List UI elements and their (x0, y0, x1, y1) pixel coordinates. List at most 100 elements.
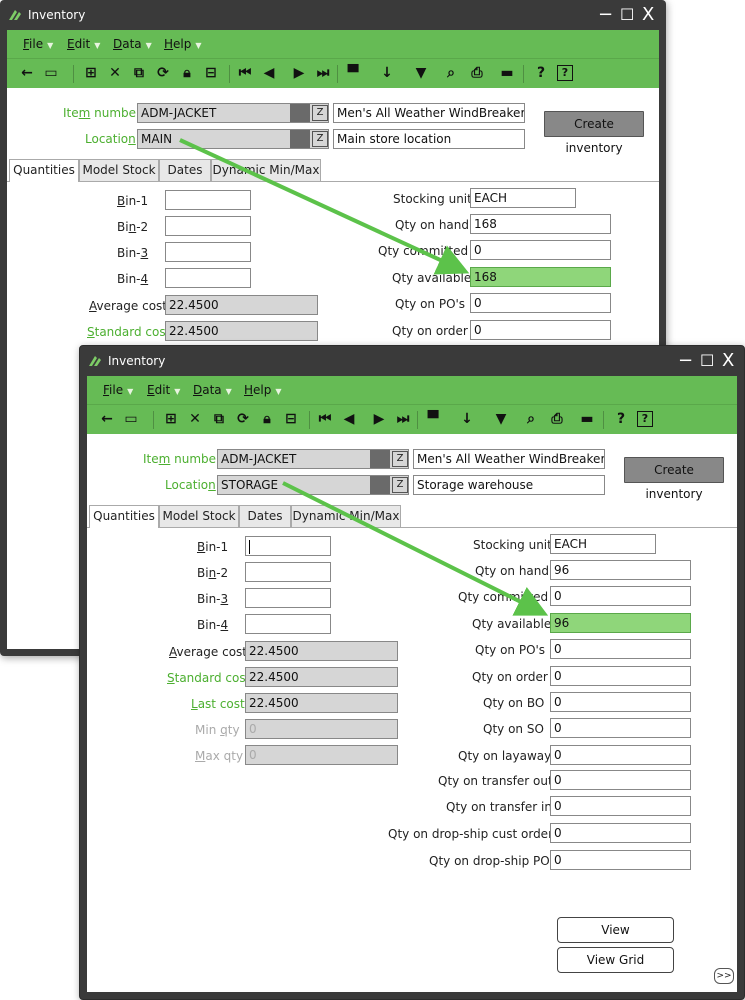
view-grid-button[interactable]: View Grid (557, 947, 674, 973)
print-icon[interactable]: ⎙ (549, 411, 565, 427)
location-description-field[interactable]: Storage warehouse (413, 475, 605, 495)
bin2-input[interactable] (245, 562, 331, 582)
sort-icon[interactable]: ↓ (459, 411, 475, 427)
copy-icon[interactable]: ⧉ (131, 65, 147, 81)
search-icon[interactable]: ⌕ (443, 65, 459, 81)
delete-icon[interactable]: ✕ (107, 65, 123, 81)
next-record-icon[interactable]: ▶ (371, 411, 387, 427)
bin1-input[interactable] (165, 190, 251, 210)
create-inventory-button[interactable]: Create inventory (624, 457, 724, 501)
inventory-window-storage[interactable]: Inventory − ☐ X File ▼ Edit ▼ Data ▼ Help ▼ … (79, 345, 745, 1000)
qty-on-pos-label: Qty on PO's (395, 297, 466, 311)
bin3-input[interactable] (165, 242, 251, 262)
view-commitments-button[interactable]: View Commitments (557, 917, 674, 961)
tab-quantities[interactable]: Quantities (89, 505, 159, 528)
report-icon[interactable]: ▬ (579, 411, 595, 427)
refresh-icon[interactable]: ⟳ (235, 411, 251, 427)
next-record-icon[interactable]: ▶ (291, 65, 307, 81)
copy-icon[interactable]: ⧉ (211, 411, 227, 427)
average-cost-field: 22.4500 (165, 295, 318, 315)
first-record-icon[interactable]: ⏮︎ (317, 411, 333, 427)
close-button[interactable]: X (642, 5, 654, 25)
title-bar[interactable]: Inventory − ☐ X (0, 0, 666, 30)
bin2-input[interactable] (165, 216, 251, 236)
last-record-icon[interactable]: ⏭︎ (395, 411, 411, 427)
previous-record-icon[interactable]: ◀ (261, 65, 277, 81)
grid-icon[interactable]: ⊟ (283, 411, 299, 427)
last-record-icon[interactable]: ⏭︎ (315, 65, 331, 81)
save-icon[interactable]: ▭ (43, 65, 59, 81)
first-record-icon[interactable]: ⏮︎ (237, 65, 253, 81)
maximize-button[interactable]: ☐ (700, 351, 714, 371)
tab-dynamic-min-max[interactable]: Dynamic Min/Max (291, 505, 401, 527)
sort-icon[interactable]: ↓ (379, 65, 395, 81)
previous-record-icon[interactable]: ◀ (341, 411, 357, 427)
create-inventory-button[interactable]: Create inventory (544, 111, 644, 155)
context-help-icon[interactable]: ? (557, 65, 573, 81)
back-arrow-icon[interactable]: ← (19, 65, 35, 81)
location-description-field[interactable]: Main store location (333, 129, 525, 149)
print-icon[interactable]: ⎙ (469, 65, 485, 81)
save-icon[interactable]: ▭ (123, 411, 139, 427)
lock-icon[interactable]: 🔒︎ (259, 411, 275, 427)
context-help-icon[interactable]: ? (637, 411, 653, 427)
menu-edit[interactable]: Edit ▼ (67, 37, 100, 51)
search-icon[interactable]: ⌕ (523, 411, 539, 427)
minimize-button[interactable]: − (678, 351, 693, 371)
new-record-icon[interactable]: ⊞ (163, 411, 179, 427)
tab-model-stock[interactable]: Model Stock (79, 159, 159, 181)
delete-icon[interactable]: ✕ (187, 411, 203, 427)
stocking-unit-field[interactable]: EACH (550, 534, 656, 554)
tab-strip: Quantities Model Stock Dates Dynamic Min… (7, 159, 659, 182)
item-description-field[interactable]: Men's All Weather WindBreaker (333, 103, 525, 123)
qty-on-transfer-out-field: 0 (550, 770, 691, 790)
menu-edit[interactable]: Edit ▼ (147, 383, 180, 397)
menu-data[interactable]: Data ▼ (193, 383, 232, 397)
filter-icon[interactable]: ▼ (413, 65, 429, 81)
maximize-button[interactable]: ☐ (620, 5, 634, 25)
item-lookup-icon[interactable]: Z (312, 105, 328, 121)
average-cost-field: 22.4500 (245, 641, 398, 661)
tab-model-stock[interactable]: Model Stock (159, 505, 239, 527)
menu-data[interactable]: Data ▼ (113, 37, 152, 51)
bin3-input[interactable] (245, 588, 331, 608)
tab-dynamic-min-max[interactable]: Dynamic Min/Max (211, 159, 321, 181)
more-button[interactable]: >> (714, 968, 734, 984)
tab-dates[interactable]: Dates (159, 159, 211, 181)
qty-on-so-label: Qty on SO (483, 722, 544, 736)
bin1-input[interactable] (245, 536, 331, 556)
layout-icon[interactable]: ▀ (345, 65, 361, 81)
bin4-input[interactable] (165, 268, 251, 288)
title-bar[interactable]: Inventory − ☐ X (80, 346, 744, 376)
layout-icon[interactable]: ▀ (425, 411, 441, 427)
qty-on-transfer-in-field: 0 (550, 796, 691, 816)
report-icon[interactable]: ▬ (499, 65, 515, 81)
help-icon[interactable]: ? (533, 65, 549, 81)
bin3-label: Bin-3 (117, 246, 149, 260)
qty-on-pos-label: Qty on PO's (475, 643, 546, 657)
lock-icon[interactable]: 🔒︎ (179, 65, 195, 81)
location-lookup-icon[interactable]: Z (392, 477, 408, 493)
filter-icon[interactable]: ▼ (493, 411, 509, 427)
minimize-button[interactable]: − (598, 5, 613, 25)
new-record-icon[interactable]: ⊞ (83, 65, 99, 81)
item-lookup-icon[interactable]: Z (392, 451, 408, 467)
tab-quantities[interactable]: Quantities (9, 159, 79, 182)
menu-file[interactable]: File ▼ (103, 383, 133, 397)
refresh-icon[interactable]: ⟳ (155, 65, 171, 81)
menu-help[interactable]: Help ▼ (164, 37, 202, 51)
menu-file[interactable]: File ▼ (23, 37, 53, 51)
close-button[interactable]: X (722, 351, 734, 371)
grid-icon[interactable]: ⊟ (203, 65, 219, 81)
help-icon[interactable]: ? (613, 411, 629, 427)
standard-cost-label: Standard cost (167, 671, 251, 685)
qty-available-label: Qty available (392, 271, 472, 285)
menu-bar: File ▼ Edit ▼ Data ▼ Help ▼ (7, 30, 659, 58)
tab-dates[interactable]: Dates (239, 505, 291, 527)
bin4-input[interactable] (245, 614, 331, 634)
menu-help[interactable]: Help ▼ (244, 383, 282, 397)
item-description-field[interactable]: Men's All Weather WindBreaker (413, 449, 605, 469)
back-arrow-icon[interactable]: ← (99, 411, 115, 427)
location-lookup-icon[interactable]: Z (312, 131, 328, 147)
stocking-unit-field[interactable]: EACH (470, 188, 576, 208)
